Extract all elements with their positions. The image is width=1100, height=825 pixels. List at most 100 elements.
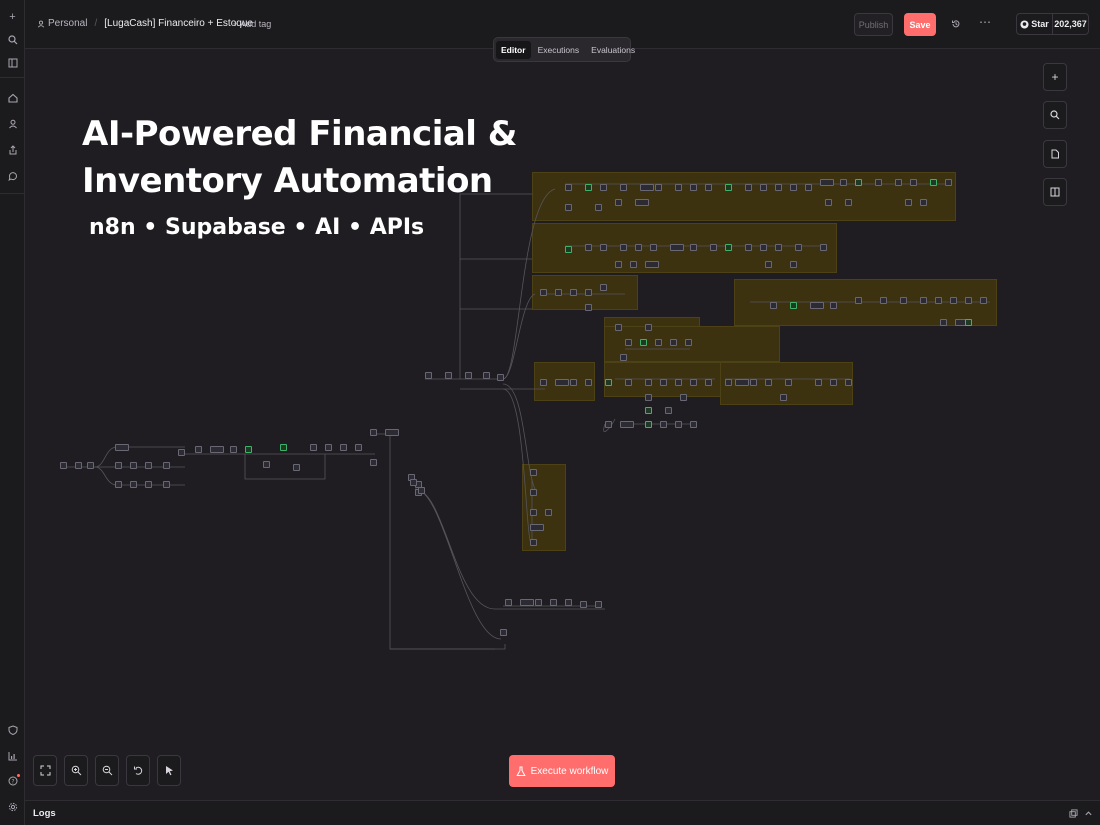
workflow-node[interactable] [645,421,652,428]
workflow-node[interactable] [497,374,504,381]
workflow-node[interactable] [620,421,634,428]
workflow-node[interactable] [745,244,752,251]
workflow-node[interactable] [605,379,612,386]
workflow-node[interactable] [195,446,202,453]
workflow-node[interactable] [635,199,649,206]
workflow-node[interactable] [675,379,682,386]
workflow-node[interactable] [130,481,137,488]
more-options-icon[interactable]: ⋯ [978,14,992,30]
workflow-node[interactable] [675,421,682,428]
search-icon[interactable] [5,32,20,47]
workflow-node[interactable] [950,297,957,304]
add-tag-button[interactable]: + Add tag [233,19,271,29]
workflow-node[interactable] [580,601,587,608]
workflow-node[interactable] [163,481,170,488]
workflow-node[interactable] [545,509,552,516]
workflow-node[interactable] [600,184,607,191]
workflow-node[interactable] [945,179,952,186]
workflow-node[interactable] [565,204,572,211]
workflow-node[interactable] [60,462,67,469]
workflow-node[interactable] [418,487,425,494]
workflow-node[interactable] [565,599,572,606]
workflow-node[interactable] [540,289,547,296]
workflow-node[interactable] [550,599,557,606]
workflow-node[interactable] [520,599,534,606]
tab-evaluations[interactable]: Evaluations [586,41,640,59]
workflow-node[interactable] [815,379,822,386]
workflow-node[interactable] [263,461,270,468]
workflow-node[interactable] [535,599,542,606]
workflow-node[interactable] [565,246,572,253]
zoom-in-icon[interactable] [64,755,88,786]
workflow-node[interactable] [370,459,377,466]
logs-panel[interactable]: Logs [25,800,1100,825]
add-node-icon[interactable]: + [1043,63,1067,91]
workflow-node[interactable] [630,261,637,268]
workflow-canvas[interactable]: AI-Powered Financial & Inventory Automat… [25,49,1100,800]
workflow-node[interactable] [280,444,287,451]
workflow-node[interactable] [705,184,712,191]
workflow-node[interactable] [530,539,537,546]
workflow-node[interactable] [920,199,927,206]
tab-editor[interactable]: Editor [496,40,531,59]
workflow-node[interactable] [600,284,607,291]
workflow-node[interactable] [785,379,792,386]
pointer-icon[interactable] [157,755,181,786]
workflow-node[interactable] [540,379,547,386]
chat-icon[interactable] [5,168,20,183]
panel-icon[interactable] [1043,178,1067,206]
workflow-node[interactable] [705,379,712,386]
workflow-node[interactable] [615,324,622,331]
fit-view-icon[interactable] [33,755,57,786]
workflow-node[interactable] [690,184,697,191]
search-nodes-icon[interactable] [1043,101,1067,129]
execute-workflow-button[interactable]: Execute workflow [509,755,615,787]
workflow-node[interactable] [370,429,377,436]
workflow-node[interactable] [935,297,942,304]
workflow-node[interactable] [293,464,300,471]
workflow-node[interactable] [855,179,862,186]
sidebar-toggle-icon[interactable] [5,55,20,70]
workflow-node[interactable] [465,372,472,379]
workflow-node[interactable] [735,379,749,386]
github-star-button[interactable]: Star 202,367 [1016,13,1089,35]
workflow-node[interactable] [625,339,632,346]
workflow-node[interactable] [483,372,490,379]
workflow-node[interactable] [795,244,802,251]
publish-button[interactable]: Publish [854,13,893,36]
workflow-node[interactable] [645,394,652,401]
sticky-note-icon[interactable] [1043,140,1067,168]
workflow-node[interactable] [670,339,677,346]
help-icon[interactable]: ? [5,773,20,788]
workflow-node[interactable] [825,199,832,206]
workflow-node[interactable] [965,319,972,326]
workflow-node[interactable] [310,444,317,451]
workflow-node[interactable] [565,184,572,191]
workflow-node[interactable] [940,319,947,326]
workflow-node[interactable] [75,462,82,469]
zoom-out-icon[interactable] [95,755,119,786]
workflow-node[interactable] [725,379,732,386]
workflow-node[interactable] [325,444,332,451]
workflow-node[interactable] [745,184,752,191]
workflow-node[interactable] [790,302,797,309]
chevron-up-icon[interactable] [1082,807,1094,819]
workflow-node[interactable] [620,354,627,361]
workflow-node[interactable] [650,244,657,251]
workflow-node[interactable] [830,379,837,386]
workflow-node[interactable] [640,184,654,191]
workflow-node[interactable] [790,184,797,191]
workflow-node[interactable] [570,289,577,296]
workflow-node[interactable] [660,421,667,428]
workflow-node[interactable] [570,379,577,386]
workflow-node[interactable] [920,297,927,304]
workflow-node[interactable] [710,244,717,251]
workflow-node[interactable] [410,479,417,486]
workflow-node[interactable] [530,524,544,531]
workflow-node[interactable] [905,199,912,206]
workflow-node[interactable] [750,379,757,386]
workflow-node[interactable] [820,244,827,251]
workflow-node[interactable] [830,302,837,309]
workflow-node[interactable] [115,462,122,469]
workflow-node[interactable] [163,462,170,469]
